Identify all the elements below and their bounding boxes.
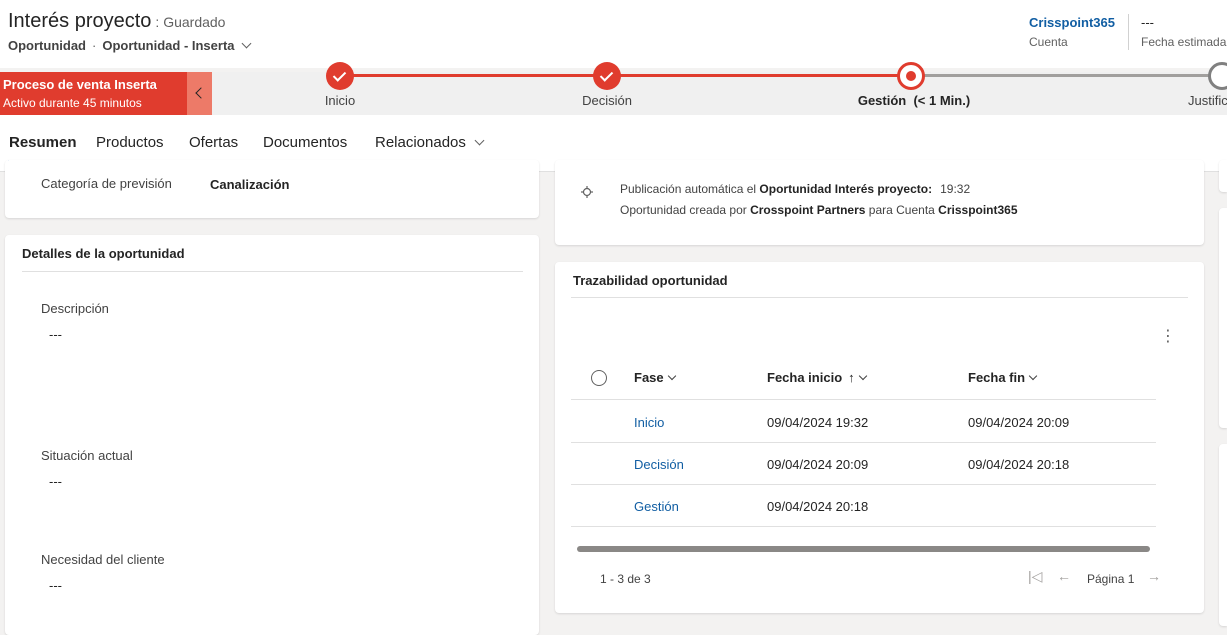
tab-documentos[interactable]: Documentos: [263, 134, 347, 151]
timeline-created-line: Oportunidad creada por Crosspoint Partne…: [620, 203, 1018, 217]
select-all-checkbox[interactable]: [591, 370, 607, 386]
tab-ofertas[interactable]: Ofertas: [189, 134, 238, 151]
customer-need-label: Necesidad del cliente: [41, 552, 165, 567]
details-divider: [22, 271, 523, 272]
row-divider: [571, 484, 1156, 485]
row-fecha-fin: 09/04/2024 20:18: [968, 457, 1070, 472]
stage-justific-label[interactable]: Justific: [1188, 93, 1227, 108]
header-account-field: Crisspoint365 Cuenta: [1029, 15, 1115, 49]
stage-inicio-label[interactable]: Inicio: [325, 93, 355, 108]
row-fase-link[interactable]: Gestión: [634, 499, 679, 514]
form-breadcrumb: Oportunidad · Oportunidad - Inserta: [8, 38, 251, 53]
business-process-flow: Proceso de venta Inserta Activo durante …: [0, 62, 1227, 115]
previous-page-icon[interactable]: ←: [1057, 568, 1071, 584]
timeline-post-time: 19:32: [940, 182, 971, 196]
bpf-progress-line-completed: [340, 74, 911, 77]
record-title-row: Interés proyecto: Guardado: [8, 10, 225, 33]
row-fecha-inicio: 09/04/2024 20:09: [767, 457, 869, 472]
chevron-down-icon: [1028, 371, 1038, 381]
right-panel-card-top: [1219, 160, 1227, 192]
first-page-icon[interactable]: |◁: [1028, 568, 1042, 585]
tab-relacionados[interactable]: Relacionados: [375, 134, 485, 151]
header-field-divider: [1128, 14, 1129, 50]
bpf-process-badge[interactable]: Proceso de venta Inserta Activo durante …: [0, 72, 187, 115]
bpf-process-name: Proceso de venta Inserta: [3, 77, 157, 92]
row-divider: [571, 442, 1156, 443]
details-section-title: Detalles de la oportunidad: [22, 246, 185, 261]
tab-productos[interactable]: Productos: [96, 134, 164, 151]
current-situation-value[interactable]: ---: [49, 474, 62, 489]
timeline-created-prefix: Oportunidad creada por: [620, 203, 751, 217]
summary-card: Categoría de previsión Canalización: [5, 160, 539, 218]
timeline-created-mid: para Cuenta: [865, 203, 939, 217]
stage-gestion-label[interactable]: Gestión (< 1 Min.): [858, 93, 970, 108]
traceability-card: Trazabilidad oportunidad: [555, 262, 1204, 613]
account-link[interactable]: Crisspoint365: [1029, 15, 1115, 30]
tab-relacionados-label: Relacionados: [375, 134, 466, 151]
bpf-stage-track: [212, 72, 1227, 115]
header-close-date-field: --- Fecha estimada d: [1141, 15, 1227, 49]
chevron-left-icon: [195, 87, 207, 99]
description-label: Descripción: [41, 301, 109, 316]
timeline-post-prefix: Publicación automática el: [620, 182, 760, 196]
auto-post-icon: [581, 186, 593, 198]
record-header: Interés proyecto: Guardado Oportunidad · O…: [0, 0, 1227, 68]
chevron-down-icon: [474, 135, 485, 146]
more-options-icon[interactable]: ⋮: [1160, 329, 1176, 345]
customer-need-value[interactable]: ---: [49, 578, 62, 593]
stage-decision-label[interactable]: Decisión: [582, 93, 632, 108]
column-header-fase-label: Fase: [634, 370, 664, 385]
timeline-created-user[interactable]: Crosspoint Partners: [750, 203, 865, 217]
stage-gestion-active-icon[interactable]: [897, 62, 925, 90]
breadcrumb-separator: ·: [92, 38, 97, 53]
timeline-post-line: Publicación automática el Oportunidad In…: [620, 182, 970, 196]
stage-inicio-check-icon[interactable]: [326, 62, 354, 90]
traceability-title: Trazabilidad oportunidad: [573, 273, 728, 288]
traceability-divider: [571, 297, 1188, 298]
row-fecha-fin: 09/04/2024 20:09: [968, 415, 1070, 430]
close-date-value: ---: [1141, 15, 1154, 30]
bpf-active-duration: Activo durante 45 minutos: [3, 96, 142, 110]
column-header-fecha-fin-label: Fecha fin: [968, 370, 1026, 385]
form-selector[interactable]: Oportunidad - Inserta: [102, 38, 251, 53]
page-number: Página 1: [1087, 572, 1135, 586]
tab-resumen[interactable]: Resumen: [9, 134, 77, 151]
opportunity-details-card: Detalles de la oportunidad Descripción -…: [5, 235, 539, 635]
chevron-down-icon: [241, 38, 251, 49]
right-panel-card-bottom: [1219, 444, 1227, 626]
account-label: Cuenta: [1029, 35, 1068, 49]
save-status: : Guardado: [155, 14, 226, 30]
row-divider: [571, 526, 1156, 527]
current-situation-label: Situación actual: [41, 448, 133, 463]
horizontal-scrollbar[interactable]: [577, 546, 1150, 552]
row-fase-link[interactable]: Inicio: [634, 415, 664, 430]
chevron-down-icon: [667, 371, 676, 381]
column-header-fecha-fin[interactable]: Fecha fin: [968, 370, 1038, 385]
sort-ascending-icon: ↑: [848, 370, 855, 385]
description-value[interactable]: ---: [49, 327, 62, 342]
grid-header-divider: [571, 399, 1156, 400]
entity-name: Oportunidad: [8, 38, 86, 53]
close-date-label: Fecha estimada d: [1141, 35, 1227, 49]
row-fecha-inicio: 09/04/2024 20:18: [767, 499, 869, 514]
timeline-post-record[interactable]: Oportunidad Interés proyecto:: [759, 182, 932, 196]
timeline-created-account[interactable]: Crisspoint365: [938, 203, 1017, 217]
column-header-fecha-inicio[interactable]: Fecha inicio ↑: [767, 370, 867, 385]
column-header-fecha-inicio-label: Fecha inicio: [767, 370, 843, 385]
stage-decision-check-icon[interactable]: [593, 62, 621, 90]
row-fase-link[interactable]: Decisión: [634, 457, 684, 472]
right-panel-card-middle: [1219, 208, 1227, 428]
next-page-icon[interactable]: →: [1147, 568, 1161, 584]
bpf-progress-line-pending: [911, 74, 1227, 77]
record-count: 1 - 3 de 3: [600, 572, 651, 586]
forecast-category-label: Categoría de previsión: [41, 176, 172, 191]
bpf-collapse-button[interactable]: [187, 72, 212, 115]
column-header-fase[interactable]: Fase: [634, 370, 676, 385]
row-fecha-inicio: 09/04/2024 19:32: [767, 415, 869, 430]
forecast-category-value[interactable]: Canalización: [210, 177, 289, 192]
form-name: Oportunidad - Inserta: [102, 38, 235, 53]
chevron-down-icon: [858, 371, 867, 381]
record-title: Interés proyecto: [8, 10, 152, 32]
